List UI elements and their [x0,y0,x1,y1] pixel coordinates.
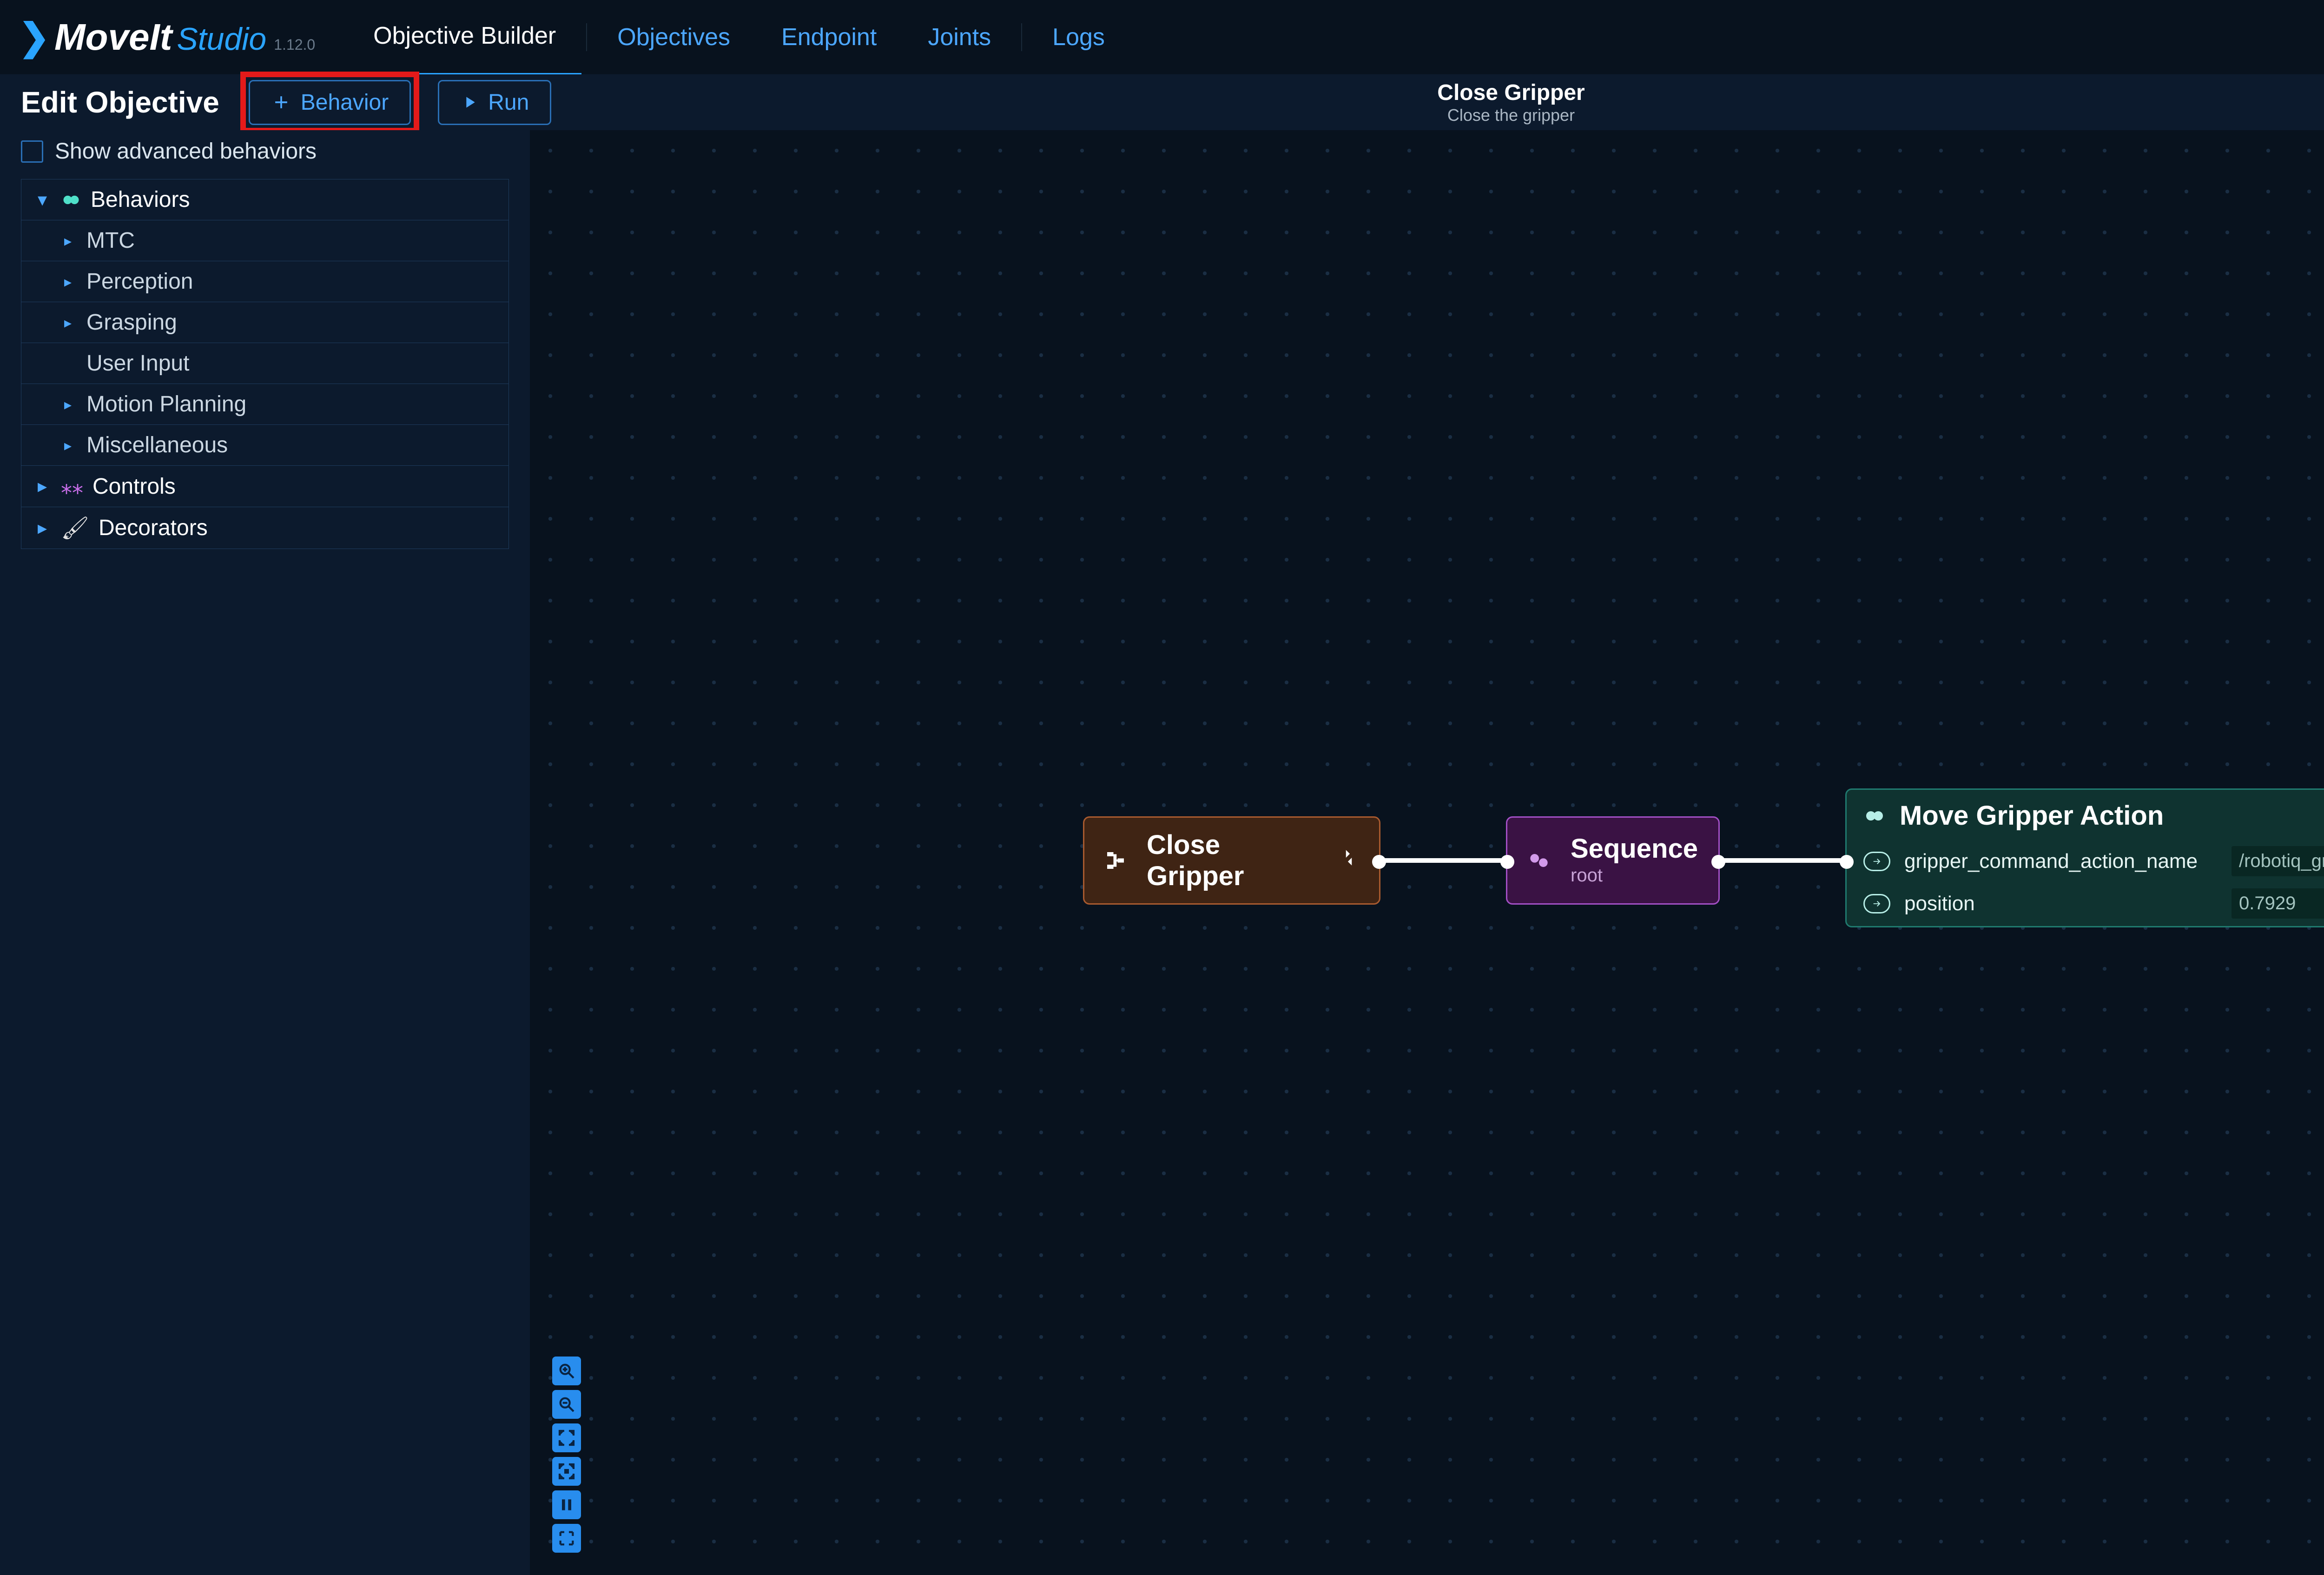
zoom-toolbar [552,1357,581,1553]
tree-motion-planning[interactable]: ▸ Motion Planning [21,384,509,425]
node-sequence[interactable]: Sequence root [1506,816,1720,905]
node-title: Move Gripper Action [1900,800,2164,831]
center-button[interactable] [552,1457,581,1486]
page-title: Edit Objective [21,85,219,119]
divider [1021,23,1022,51]
tree-decorators-label: Decorators [99,515,208,541]
node-close-gripper[interactable]: Close Gripper [1083,816,1380,905]
expand-button[interactable] [552,1524,581,1553]
tree-behaviors[interactable]: ▾ Behaviors [21,179,509,220]
edge [1380,858,1506,863]
tree-grasping[interactable]: ▸ Grasping [21,302,509,343]
run-button[interactable]: Run [438,80,551,125]
behavior-icon [1863,805,1886,827]
zoom-out-button[interactable] [552,1390,581,1419]
expand-icon: ▸ [59,273,77,291]
param-name: position [1904,892,1975,915]
node-subtitle: root [1571,865,1698,886]
tree-behaviors-label: Behaviors [91,187,190,212]
param-name: gripper_command_action_name [1904,850,2198,873]
cogs-icon [1526,847,1552,874]
graph-canvas[interactable]: Close Gripper Sequence root Move Gripper… [530,130,2324,1575]
tree-user-input-label: User Input [86,351,189,376]
behavior-sidebar: Show advanced behaviors ▾ Behaviors ▸ MT… [0,130,530,1575]
tree-motion-planning-label: Motion Planning [86,391,246,417]
behavior-tree: ▾ Behaviors ▸ MTC ▸ Perception ▸ Graspin… [21,179,509,549]
tree-decorators[interactable]: ▸ 🖌 Decorators [21,507,509,549]
expand-icon: ▸ [59,437,77,454]
tree-misc[interactable]: ▸ Miscellaneous [21,424,509,466]
nav-logs[interactable]: Logs [1027,0,1130,74]
zoom-in-button[interactable] [552,1357,581,1385]
plus-icon [271,92,291,112]
chevron-icon: ❯ [19,15,50,59]
expand-icon: ▾ [33,189,52,211]
param-value-input[interactable]: /robotiq_gripper_controller/gri [2232,846,2324,876]
expand-icon: ▸ [33,517,52,539]
pause-button[interactable] [552,1490,581,1519]
edge [1720,858,1845,863]
divider [586,23,587,51]
expand-icon: ▸ [59,232,77,250]
tree-perception-label: Perception [86,269,193,294]
param-value-input[interactable]: 0.7929 [2232,888,2324,919]
show-advanced-label: Show advanced behaviors [55,139,317,164]
add-behavior-button[interactable]: Behavior [249,80,411,125]
run-label: Run [488,90,529,115]
app-name-sub: Studio [177,21,266,57]
fit-content-button[interactable] [552,1423,581,1452]
in-pin-icon[interactable] [1863,894,1890,913]
tree-controls[interactable]: ▸ ⁎⁎ Controls [21,465,509,507]
objective-subtitle: Close the gripper [1437,106,1585,125]
expand-icon: ▸ [59,396,77,413]
expand-icon: ▸ [33,476,52,497]
behaviors-icon [61,190,81,210]
node-title: Close Gripper [1147,829,1319,892]
tree-perception[interactable]: ▸ Perception [21,261,509,302]
out-port[interactable] [1711,855,1725,869]
add-behavior-label: Behavior [301,90,389,115]
objective-title: Close Gripper [1437,80,1585,106]
nav-endpoint[interactable]: Endpoint [756,0,902,74]
toolbar-buttons: Behavior Run [240,72,552,133]
nav-objective-builder[interactable]: Objective Builder [348,0,581,75]
tree-user-input[interactable]: ▸ User Input [21,343,509,384]
show-advanced-row[interactable]: Show advanced behaviors [0,130,530,172]
tree-misc-label: Miscellaneous [86,432,228,458]
app-logo: ❯ MoveIt Studio 1.12.0 [19,15,315,59]
nav-objectives[interactable]: Objectives [592,0,756,74]
tree-mtc-label: MTC [86,228,135,253]
in-port[interactable] [1500,855,1514,869]
tree-controls-label: Controls [92,474,176,499]
app-version: 1.12.0 [274,36,315,53]
expand-icon: ▸ [59,314,77,331]
out-port[interactable] [1372,855,1386,869]
nav-items: Objective Builder Objectives Endpoint Jo… [348,0,1130,75]
tree-mtc[interactable]: ▸ MTC [21,220,509,261]
app-name-main: MoveIt [54,16,172,59]
controls-icon: ⁎⁎ [61,473,83,499]
collapse-icon[interactable] [1337,846,1360,875]
show-advanced-checkbox[interactable] [21,140,43,163]
param-row: gripper_command_action_name /robotiq_gri… [1847,841,2324,884]
objective-header: Close Gripper Close the gripper [1437,80,1585,125]
edit-objective-bar: Edit Objective Behavior Run Close Grippe… [0,74,2324,130]
highlight-annotation: Behavior [240,72,419,133]
decorators-icon: 🖌 [61,515,89,541]
play-icon [460,93,479,112]
top-nav: ❯ MoveIt Studio 1.12.0 Objective Builder… [0,0,2324,74]
param-row: position 0.7929 [1847,884,2324,926]
node-move-gripper[interactable]: Move Gripper Action gripper_command_acti… [1845,788,2324,927]
tree-icon [1103,847,1128,874]
in-pin-icon[interactable] [1863,852,1890,871]
node-title: Sequence [1571,835,1698,862]
in-port[interactable] [1840,855,1854,869]
nav-joints[interactable]: Joints [902,0,1017,74]
tree-grasping-label: Grasping [86,310,177,335]
